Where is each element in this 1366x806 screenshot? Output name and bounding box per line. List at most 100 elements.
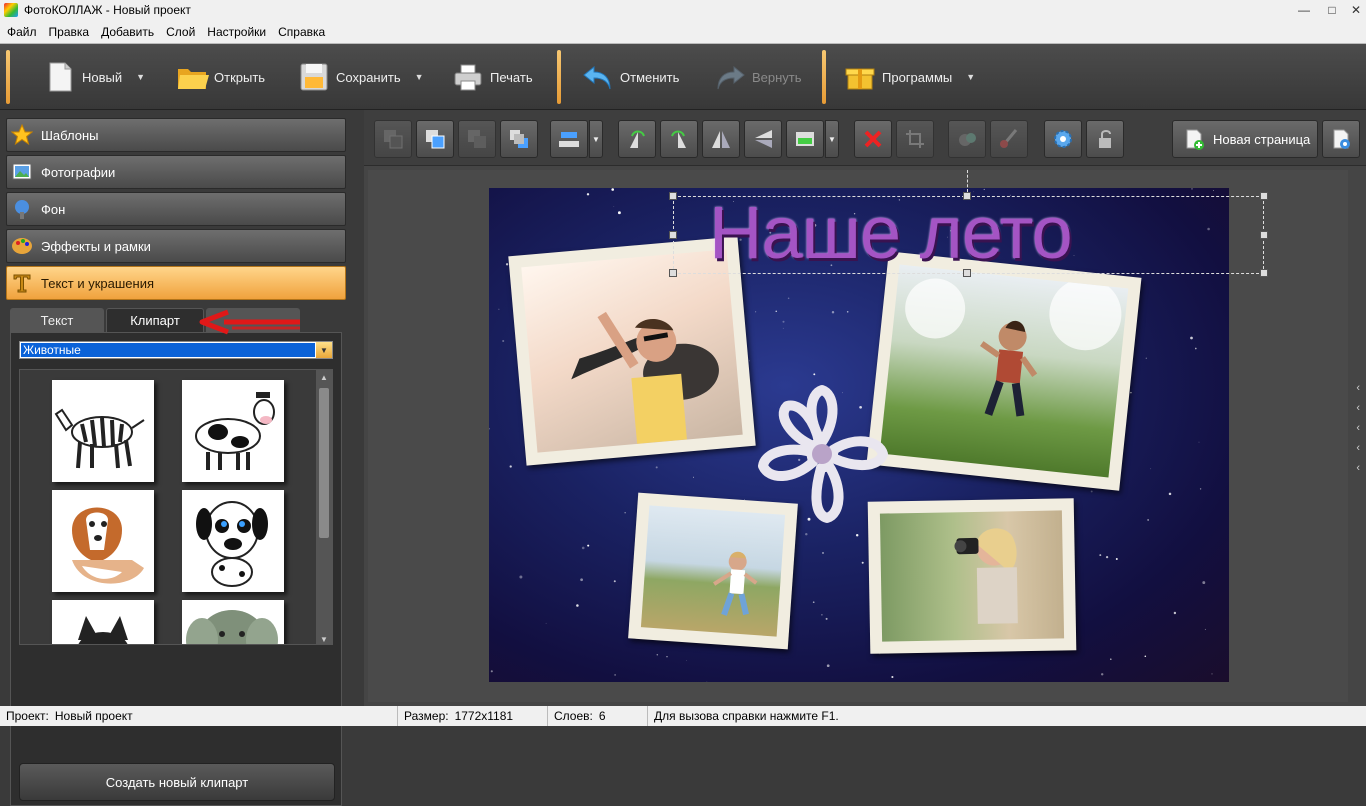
bring-to-front-icon[interactable] xyxy=(416,120,454,158)
lock-icon[interactable] xyxy=(1086,120,1124,158)
printer-icon xyxy=(452,61,484,93)
star xyxy=(782,327,784,329)
clipart-zebra[interactable] xyxy=(52,380,154,482)
brush-icon[interactable] xyxy=(990,120,1028,158)
print-button[interactable]: Печать xyxy=(452,52,533,102)
clipart-dalmatian[interactable] xyxy=(182,490,284,592)
text-icon xyxy=(11,272,33,294)
redo-button[interactable]: Вернуть xyxy=(714,52,802,102)
status-project: Проект: Новый проект xyxy=(0,706,398,726)
menu-edit[interactable]: Правка xyxy=(45,25,94,39)
clipart-elephant[interactable] xyxy=(182,600,284,644)
folder-icon xyxy=(176,61,209,93)
rotate-right-icon[interactable] xyxy=(660,120,698,158)
selection-frame[interactable] xyxy=(673,196,1264,274)
star xyxy=(1130,391,1132,394)
rotate-left-icon[interactable] xyxy=(618,120,656,158)
scroll-thumb[interactable] xyxy=(319,388,329,538)
chevron-left-icon[interactable]: ‹ xyxy=(1356,442,1360,454)
category-photos[interactable]: Фотографии xyxy=(6,155,346,189)
clipart-collie[interactable] xyxy=(52,490,154,592)
resize-handle[interactable] xyxy=(1260,192,1268,200)
close-icon[interactable]: ✕ xyxy=(1342,0,1366,20)
menu-file[interactable]: Файл xyxy=(3,25,41,39)
status-layers-value: 6 xyxy=(598,709,606,723)
clipart-category-select[interactable]: Животные ▼ xyxy=(19,341,333,359)
align-icon[interactable] xyxy=(550,120,588,158)
star xyxy=(775,310,777,312)
fit-dropdown-icon[interactable]: ▼ xyxy=(825,120,839,158)
crop-icon[interactable] xyxy=(896,120,934,158)
minimize-icon[interactable]: — xyxy=(1290,0,1318,20)
send-backward-icon[interactable] xyxy=(458,120,496,158)
clipart-husky[interactable] xyxy=(52,600,154,644)
star xyxy=(580,578,583,582)
category-effects-frames[interactable]: Эффекты и рамки xyxy=(6,229,346,263)
flip-horizontal-icon[interactable] xyxy=(702,120,740,158)
clipart-scrollbar[interactable]: ▲ ▼ xyxy=(316,370,332,644)
programs-dropdown-icon[interactable]: ▼ xyxy=(966,72,975,82)
create-clipart-button[interactable]: Создать новый клипарт xyxy=(19,763,335,801)
photo-stamp-garden[interactable] xyxy=(866,251,1142,491)
send-to-back-icon[interactable] xyxy=(374,120,412,158)
resize-handle[interactable] xyxy=(1260,269,1268,277)
chevron-left-icon[interactable]: ‹ xyxy=(1356,422,1360,434)
menu-add[interactable]: Добавить xyxy=(97,25,158,39)
resize-handle[interactable] xyxy=(669,231,677,239)
tab-text[interactable]: Текст xyxy=(10,308,104,332)
tab-clipart[interactable]: Клипарт xyxy=(106,308,204,332)
zebra-icon xyxy=(54,408,145,469)
app-logo-icon xyxy=(4,3,18,17)
photo-boy xyxy=(521,249,743,453)
align-dropdown-icon[interactable]: ▼ xyxy=(589,120,603,158)
star xyxy=(1145,357,1147,359)
chevron-down-icon[interactable]: ▼ xyxy=(316,342,332,358)
chevron-left-icon[interactable]: ‹ xyxy=(1356,382,1360,394)
fit-icon[interactable] xyxy=(786,120,824,158)
toolbar-separator xyxy=(557,50,561,104)
category-label: Эффекты и рамки xyxy=(41,238,151,254)
resize-handle[interactable] xyxy=(963,192,971,200)
star xyxy=(489,427,490,430)
category-background[interactable]: Фон xyxy=(6,192,346,226)
chevron-left-icon[interactable]: ‹ xyxy=(1356,402,1360,414)
new-button[interactable]: Новый ▼ xyxy=(44,52,145,102)
photo-stamp-camera[interactable] xyxy=(867,498,1077,654)
bring-forward-icon[interactable] xyxy=(500,120,538,158)
programs-label: Программы xyxy=(882,69,953,85)
scroll-up-icon[interactable]: ▲ xyxy=(316,370,332,384)
programs-button[interactable]: Программы ▼ xyxy=(844,52,975,102)
menu-help[interactable]: Справка xyxy=(274,25,329,39)
star xyxy=(706,680,708,682)
page-settings-button[interactable] xyxy=(1322,120,1360,158)
open-button[interactable]: Открыть xyxy=(176,52,265,102)
star xyxy=(581,546,585,550)
photo-camera-girl xyxy=(879,510,1065,642)
resize-handle[interactable] xyxy=(1260,231,1268,239)
gear-icon[interactable] xyxy=(1044,120,1082,158)
delete-icon[interactable] xyxy=(854,120,892,158)
category-text-decorations[interactable]: Текст и украшения xyxy=(6,266,346,300)
resize-handle[interactable] xyxy=(669,269,677,277)
star xyxy=(587,544,590,547)
new-dropdown-icon[interactable]: ▼ xyxy=(136,72,145,82)
menu-settings[interactable]: Настройки xyxy=(203,25,270,39)
effects-icon[interactable] xyxy=(948,120,986,158)
window-title: ФотоКОЛЛАЖ - Новый проект xyxy=(24,3,191,17)
undo-button[interactable]: Отменить xyxy=(582,52,679,102)
clipart-cow[interactable] xyxy=(182,380,284,482)
background-icon xyxy=(11,198,33,220)
resize-handle[interactable] xyxy=(963,269,971,277)
flip-vertical-icon[interactable] xyxy=(744,120,782,158)
chevron-left-icon[interactable]: ‹ xyxy=(1356,462,1360,474)
save-dropdown-icon[interactable]: ▼ xyxy=(415,72,424,82)
new-page-button[interactable]: Новая страница xyxy=(1172,120,1318,158)
resize-handle[interactable] xyxy=(669,192,677,200)
save-button[interactable]: Сохранить ▼ xyxy=(298,52,424,102)
menu-layer[interactable]: Слой xyxy=(162,25,199,39)
category-templates[interactable]: Шаблоны xyxy=(6,118,346,152)
new-document-icon xyxy=(44,61,76,93)
husky-puppy-icon xyxy=(78,616,128,644)
scroll-down-icon[interactable]: ▼ xyxy=(316,632,332,644)
palette-icon xyxy=(11,235,33,257)
